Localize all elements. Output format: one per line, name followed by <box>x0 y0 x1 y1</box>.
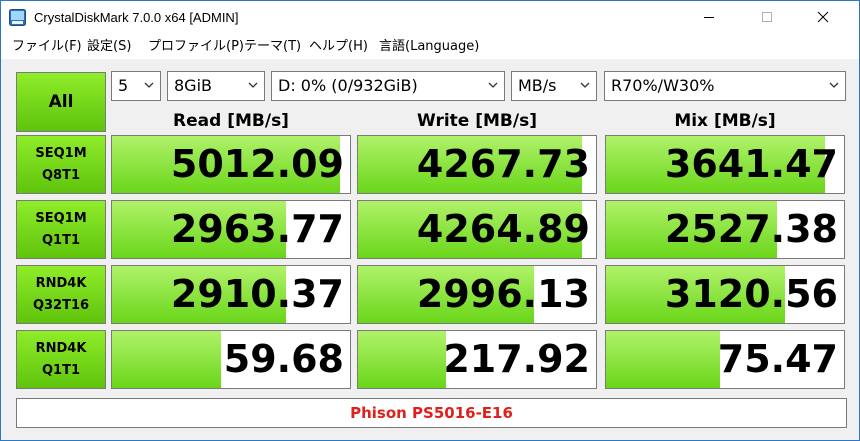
test-name: RND4K <box>35 340 87 356</box>
chevron-down-icon <box>580 82 590 88</box>
write-result-cell: 4267.73 <box>357 135 597 194</box>
mix-result-value: 3641.47 <box>664 142 838 186</box>
read-result-cell: 2963.77 <box>111 200 351 259</box>
window-title: CrystalDiskMark 7.0.0 x64 [ADMIN] <box>34 10 239 25</box>
mix-result-cell: 3120.56 <box>605 265 845 324</box>
read-result-value: 59.68 <box>223 337 344 381</box>
app-icon <box>9 9 26 26</box>
read-result-bar <box>112 331 222 388</box>
close-button[interactable] <box>801 1 847 35</box>
chevron-down-icon <box>248 82 258 88</box>
run-all-button[interactable]: All <box>16 72 106 132</box>
mix-ratio-select[interactable]: R70%/W30% <box>604 71 846 101</box>
write-column-header: Write [MB/s] <box>417 111 537 131</box>
menu-settings[interactable]: 設定(S) <box>87 35 131 59</box>
test-params: Q32T16 <box>32 297 90 313</box>
read-result-value: 5012.09 <box>170 142 344 186</box>
write-result-value: 4264.89 <box>416 207 590 251</box>
menu-file[interactable]: ファイル(F) <box>12 35 82 59</box>
unit-select[interactable]: MB/s <box>511 71 597 101</box>
maximize-button[interactable] <box>745 1 791 35</box>
mix-result-cell: 3641.47 <box>605 135 845 194</box>
read-result-value: 2910.37 <box>170 272 344 316</box>
minimize-button[interactable] <box>687 1 733 35</box>
drive-value: D: 0% (0/932GiB) <box>278 76 418 95</box>
unit-value: MB/s <box>518 76 557 95</box>
test-params: Q1T1 <box>41 232 80 248</box>
write-result-value: 217.92 <box>443 337 590 381</box>
maximize-icon <box>762 12 772 22</box>
mix-result-value: 3120.56 <box>664 272 838 316</box>
menu-profile[interactable]: プロファイル(P) <box>148 35 244 59</box>
read-result-cell: 5012.09 <box>111 135 351 194</box>
test-button-seq1m-q8t1[interactable]: SEQ1M Q8T1 <box>16 135 106 194</box>
mix-result-cell: 2527.38 <box>605 200 845 259</box>
mix-ratio-value: R70%/W30% <box>611 76 715 95</box>
test-name: SEQ1M <box>35 145 87 161</box>
chevron-down-icon <box>829 82 839 88</box>
benchmark-panel: All 5 8GiB D: 0% (0/932GiB) MB/s R70%/W3… <box>1 59 859 440</box>
chevron-down-icon <box>144 82 154 88</box>
mix-result-cell: 75.47 <box>605 330 845 389</box>
mix-column-header: Mix [MB/s] <box>674 111 776 131</box>
comment-field[interactable]: Phison PS5016-E16 <box>16 398 847 428</box>
test-button-rnd4k-q1t1[interactable]: RND4K Q1T1 <box>16 330 106 389</box>
chevron-down-icon <box>488 82 498 88</box>
close-icon <box>817 11 829 23</box>
test-size-select[interactable]: 8GiB <box>167 71 265 101</box>
test-count-select[interactable]: 5 <box>111 71 161 101</box>
read-result-value: 2963.77 <box>170 207 344 251</box>
test-button-rnd4k-q32t16[interactable]: RND4K Q32T16 <box>16 265 106 324</box>
mix-result-value: 75.47 <box>717 337 838 381</box>
test-params: Q1T1 <box>41 362 80 378</box>
menu-help[interactable]: ヘルプ(H) <box>309 35 368 59</box>
test-count-value: 5 <box>118 76 129 95</box>
read-result-cell: 59.68 <box>111 330 351 389</box>
write-result-value: 4267.73 <box>416 142 590 186</box>
write-result-cell: 217.92 <box>357 330 597 389</box>
menu-bar: ファイル(F) 設定(S) プロファイル(P) テーマ(T) ヘルプ(H) 言語… <box>1 35 859 59</box>
mix-result-value: 2527.38 <box>664 207 838 251</box>
read-result-cell: 2910.37 <box>111 265 351 324</box>
read-column-header: Read [MB/s] <box>173 111 289 131</box>
test-params: Q8T1 <box>41 167 80 183</box>
title-bar[interactable]: CrystalDiskMark 7.0.0 x64 [ADMIN] <box>1 1 859 35</box>
test-size-value: 8GiB <box>174 76 212 95</box>
app-window: CrystalDiskMark 7.0.0 x64 [ADMIN] ファイル(F… <box>0 0 860 441</box>
write-result-cell: 4264.89 <box>357 200 597 259</box>
drive-select[interactable]: D: 0% (0/932GiB) <box>271 71 505 101</box>
menu-theme[interactable]: テーマ(T) <box>244 35 301 59</box>
menu-language[interactable]: 言語(Language) <box>379 35 479 59</box>
write-result-bar <box>358 331 447 388</box>
write-result-cell: 2996.13 <box>357 265 597 324</box>
test-name: SEQ1M <box>35 210 87 226</box>
test-name: RND4K <box>35 275 87 291</box>
minimize-icon <box>704 17 714 18</box>
write-result-value: 2996.13 <box>416 272 590 316</box>
test-button-seq1m-q1t1[interactable]: SEQ1M Q1T1 <box>16 200 106 259</box>
mix-result-bar <box>606 331 721 388</box>
